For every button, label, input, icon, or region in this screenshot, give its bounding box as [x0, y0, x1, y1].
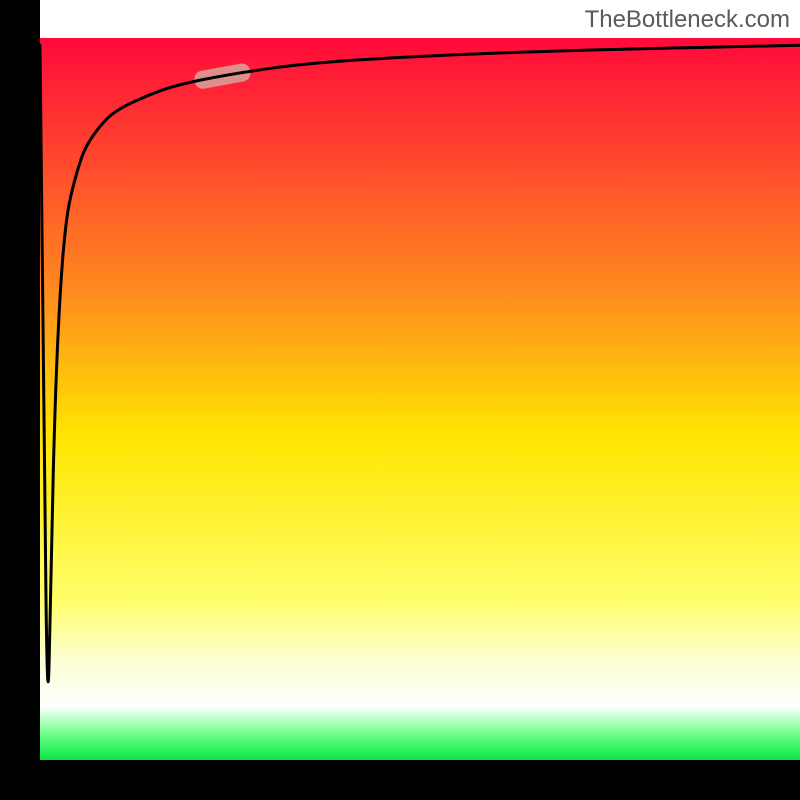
chart-svg	[0, 0, 800, 800]
chart-container: { "watermark": "TheBottleneck.com", "cha…	[0, 0, 800, 800]
watermark-text: TheBottleneck.com	[585, 6, 790, 34]
plot-background	[40, 38, 800, 760]
